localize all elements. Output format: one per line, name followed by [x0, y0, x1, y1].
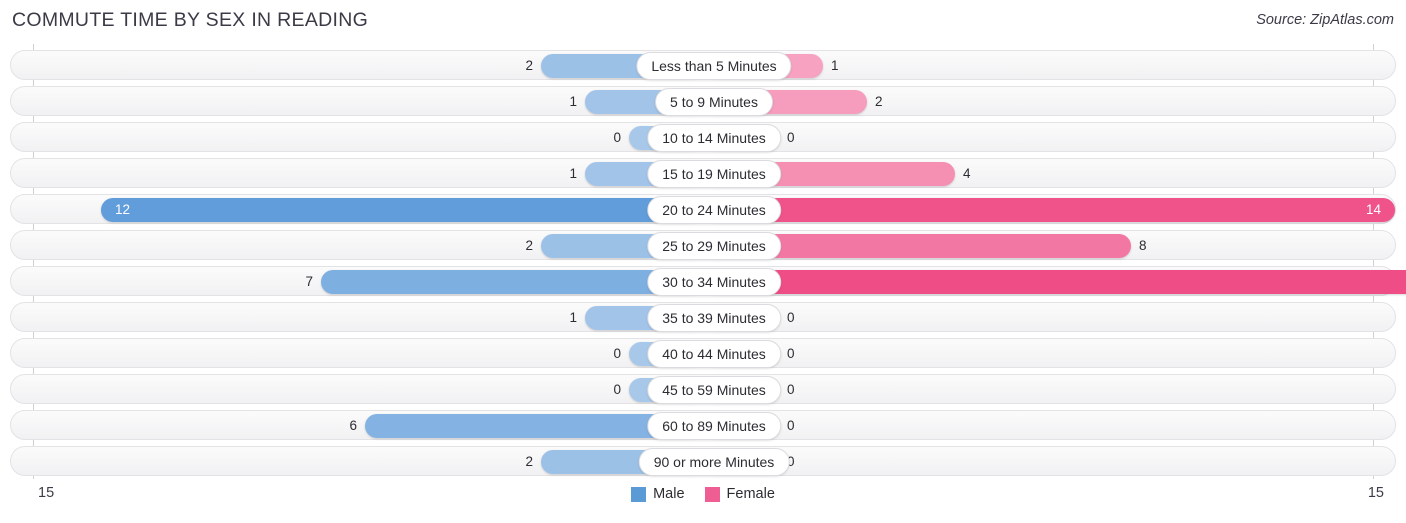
- value-label-male: 1: [569, 166, 577, 181]
- value-label-female: 0: [787, 346, 795, 361]
- value-label-female: 4: [963, 166, 971, 181]
- chart-plot-area: 2 1 Less than 5 Minutes 1 2 5 to 9 Minutes 0 0 1…: [0, 44, 1406, 479]
- table-row[interactable]: 2 0 90 or more Minutes: [10, 446, 1396, 476]
- row-bars: 0 0 40 to 44 Minutes: [11, 339, 1397, 369]
- table-row[interactable]: 2 1 Less than 5 Minutes: [10, 50, 1396, 80]
- bar-male[interactable]: [101, 198, 704, 222]
- value-label-male: 7: [305, 274, 313, 289]
- row-bars: 7 15 30 to 34 Minutes: [11, 267, 1406, 297]
- table-row[interactable]: 2 8 25 to 29 Minutes: [10, 230, 1396, 260]
- chart-legend: Male Female: [0, 486, 1406, 502]
- row-bars: 2 0 90 or more Minutes: [11, 447, 1397, 477]
- value-label-female: 1: [831, 58, 839, 73]
- table-row[interactable]: 6 0 60 to 89 Minutes: [10, 410, 1396, 440]
- row-bars: 12 14 20 to 24 Minutes: [11, 195, 1397, 225]
- row-bars: 1 4 15 to 19 Minutes: [11, 159, 1397, 189]
- value-label-female: 0: [787, 130, 795, 145]
- category-label-pill[interactable]: 60 to 89 Minutes: [647, 412, 781, 440]
- legend-item-male[interactable]: Male: [631, 486, 685, 502]
- table-row[interactable]: 1 0 35 to 39 Minutes: [10, 302, 1396, 332]
- value-label-male: 6: [349, 418, 357, 433]
- value-label-female: 8: [1139, 238, 1147, 253]
- table-row[interactable]: 1 4 15 to 19 Minutes: [10, 158, 1396, 188]
- category-label-pill[interactable]: 90 or more Minutes: [638, 448, 790, 476]
- legend-label-female: Female: [726, 486, 775, 502]
- value-label-male: 2: [525, 454, 533, 469]
- value-label-male: 0: [613, 346, 621, 361]
- category-label-pill[interactable]: 5 to 9 Minutes: [655, 88, 773, 116]
- value-label-male: 0: [613, 130, 621, 145]
- table-row[interactable]: 1 2 5 to 9 Minutes: [10, 86, 1396, 116]
- value-label-female: 0: [787, 454, 795, 469]
- row-bars: 1 2 5 to 9 Minutes: [11, 87, 1397, 117]
- value-label-female: 14: [1365, 202, 1381, 217]
- category-label-pill[interactable]: 45 to 59 Minutes: [647, 376, 781, 404]
- category-label-pill[interactable]: 35 to 39 Minutes: [647, 304, 781, 332]
- legend-swatch-male-icon: [631, 486, 647, 502]
- category-label-pill[interactable]: 15 to 19 Minutes: [647, 160, 781, 188]
- category-label-pill[interactable]: 25 to 29 Minutes: [647, 232, 781, 260]
- value-label-male: 2: [525, 238, 533, 253]
- category-label-pill[interactable]: 10 to 14 Minutes: [647, 124, 781, 152]
- category-label-pill[interactable]: 40 to 44 Minutes: [647, 340, 781, 368]
- row-bars: 2 8 25 to 29 Minutes: [11, 231, 1397, 261]
- value-label-male: 12: [115, 202, 131, 217]
- value-label-female: 0: [787, 310, 795, 325]
- table-row[interactable]: 12 14 20 to 24 Minutes: [10, 194, 1396, 224]
- value-label-female: 0: [787, 418, 795, 433]
- value-label-male: 0: [613, 382, 621, 397]
- legend-swatch-female-icon: [704, 486, 720, 502]
- legend-label-male: Male: [653, 486, 685, 502]
- value-label-male: 1: [569, 94, 577, 109]
- table-row[interactable]: 7 15 30 to 34 Minutes: [10, 266, 1406, 297]
- category-label-pill[interactable]: 20 to 24 Minutes: [647, 196, 781, 224]
- page-title: COMMUTE TIME BY SEX IN READING: [12, 9, 369, 31]
- value-label-male: 1: [569, 310, 577, 325]
- value-label-female: 15: [1365, 270, 1406, 294]
- row-bars: 0 0 45 to 59 Minutes: [11, 375, 1397, 405]
- value-label-female: 2: [875, 94, 883, 109]
- value-label-male: 2: [525, 58, 533, 73]
- chart-header: COMMUTE TIME BY SEX IN READING Source: Z…: [0, 0, 1406, 44]
- bar-female[interactable]: [704, 198, 1395, 222]
- bar-female[interactable]: [704, 270, 1406, 294]
- table-row[interactable]: 0 0 45 to 59 Minutes: [10, 374, 1396, 404]
- row-bars: 0 0 10 to 14 Minutes: [11, 123, 1397, 153]
- row-bars: 6 0 60 to 89 Minutes: [11, 411, 1397, 441]
- source-attribution: Source: ZipAtlas.com: [1256, 12, 1394, 28]
- table-row[interactable]: 0 0 40 to 44 Minutes: [10, 338, 1396, 368]
- row-bars: 2 1 Less than 5 Minutes: [11, 51, 1397, 81]
- category-label-pill[interactable]: 30 to 34 Minutes: [647, 268, 781, 296]
- table-row[interactable]: 0 0 10 to 14 Minutes: [10, 122, 1396, 152]
- chart-footer: 15 15 Male Female: [0, 479, 1406, 523]
- value-label-female: 0: [787, 382, 795, 397]
- category-label-pill[interactable]: Less than 5 Minutes: [636, 52, 792, 80]
- row-bars: 1 0 35 to 39 Minutes: [11, 303, 1397, 333]
- legend-item-female[interactable]: Female: [704, 486, 775, 502]
